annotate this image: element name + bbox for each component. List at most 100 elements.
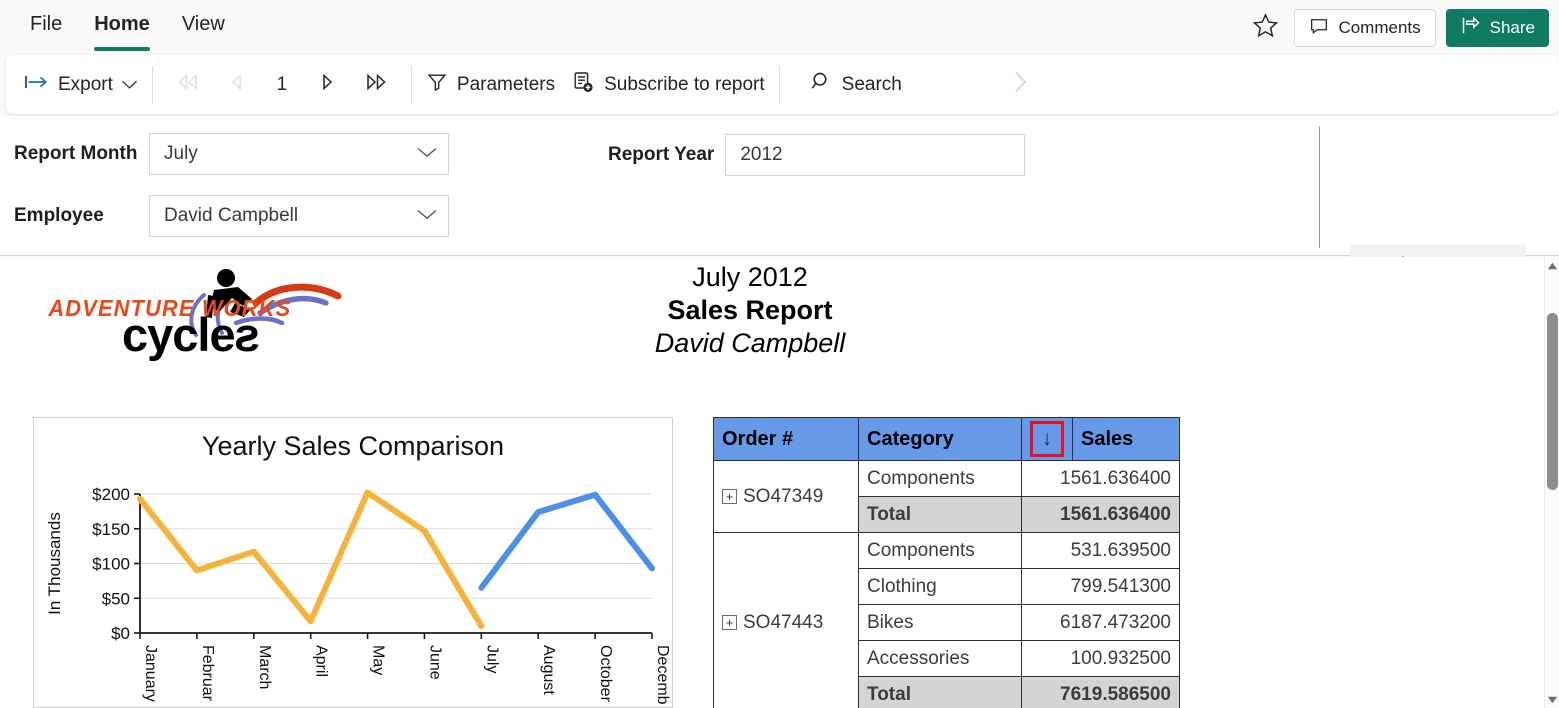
table-row: + SO47349 Components 1561.636400	[713, 460, 1180, 533]
last-page-button[interactable]	[355, 67, 397, 103]
pagination-controls: 1	[167, 67, 397, 103]
export-button[interactable]: Export	[24, 73, 138, 97]
toolbar-overflow-button[interactable]	[1012, 68, 1030, 101]
comment-icon	[1309, 16, 1329, 41]
report-employee-name: David Campbell	[654, 327, 846, 358]
chevron-right-icon	[1012, 71, 1030, 100]
logo-bottom-text: cycles	[122, 308, 260, 361]
scroll-up-button[interactable]	[1545, 257, 1559, 274]
total-value-cell: 1561.636400	[1021, 496, 1180, 533]
export-label: Export	[58, 73, 113, 95]
adventure-works-logo: ADVENTURE WORKS cycles	[38, 265, 358, 361]
first-page-button[interactable]	[167, 67, 209, 103]
sales-cell: 531.639500	[1021, 532, 1180, 569]
expand-group-icon[interactable]: +	[722, 614, 737, 630]
next-page-button[interactable]	[307, 67, 349, 103]
sort-toggle-cell[interactable]: ↓	[1021, 417, 1073, 461]
chevron-down-icon	[121, 74, 138, 96]
export-icon	[24, 73, 50, 97]
category-cell: Components	[858, 460, 1022, 497]
employee-value: David Campbell	[164, 205, 299, 226]
subscribe-label: Subscribe to report	[604, 73, 765, 95]
scroll-down-arrow-icon	[1547, 691, 1558, 708]
last-page-icon	[363, 73, 389, 96]
x-axis-tick-label: Februar	[199, 645, 216, 702]
report-month-value: July	[164, 143, 198, 164]
subscribe-button[interactable]: Subscribe to report	[571, 70, 765, 100]
report-year-label: Report Year	[608, 144, 715, 165]
favorite-button[interactable]	[1246, 9, 1284, 47]
total-label-cell: Total	[858, 676, 1022, 708]
employee-row: Employee David Campbell	[14, 195, 449, 237]
report-year-row: Report Year 2012	[608, 134, 1026, 176]
order-cell: + SO47443	[713, 532, 859, 708]
sales-cell: 799.541300	[1021, 568, 1180, 605]
sales-cell: 1561.636400	[1021, 460, 1180, 497]
toolbar-divider-3	[778, 65, 780, 104]
sales-detail-table: Order # Category ↓ Sales + SO47349 Compone…	[713, 417, 1180, 708]
first-page-icon	[175, 73, 201, 96]
yearly-sales-chart: Yearly Sales Comparison $0 $50 $100 $150 $20…	[33, 417, 673, 708]
employee-select[interactable]: David Campbell	[149, 195, 449, 237]
report-month-label: Report Month	[14, 143, 138, 164]
category-cell: Clothing	[858, 568, 1022, 605]
filter-icon	[426, 71, 448, 99]
tab-view[interactable]: View	[166, 0, 241, 57]
chart-series-line	[478, 491, 655, 591]
y-axis-tick-label: $150	[92, 520, 130, 539]
x-axis-tick-label: July	[483, 645, 500, 673]
scroll-up-arrow-icon	[1547, 257, 1558, 275]
report-viewer-app: File Home View Comments Share Export 1 P…	[0, 0, 1559, 708]
page-number[interactable]: 1	[263, 74, 301, 96]
column-header-sales[interactable]: Sales	[1072, 417, 1180, 461]
sales-cell: 100.932500	[1021, 640, 1180, 677]
table-header: Order # Category ↓ Sales	[713, 417, 1180, 461]
chevron-down-icon	[416, 143, 438, 165]
comments-button[interactable]: Comments	[1294, 9, 1436, 47]
tab-file[interactable]: File	[14, 0, 78, 57]
report-period: July 2012	[692, 262, 808, 292]
y-axis-title: In Thousands	[45, 512, 64, 615]
share-button[interactable]: Share	[1445, 9, 1549, 47]
toolbar-divider-2	[410, 65, 412, 104]
column-header-category[interactable]: Category	[858, 417, 1022, 461]
previous-page-button[interactable]	[215, 67, 257, 103]
parameters-button[interactable]: Parameters	[426, 71, 555, 99]
report-month-select[interactable]: July	[149, 133, 449, 175]
tab-home[interactable]: Home	[78, 0, 166, 57]
report-vertical-scrollbar[interactable]	[1544, 257, 1559, 708]
column-header-order[interactable]: Order #	[713, 417, 859, 461]
order-cell: + SO47349	[713, 460, 859, 533]
table-body: + SO47349 Components 1561.636400 Total 1561.6…	[713, 460, 1180, 708]
report-title: Sales Report	[667, 294, 833, 325]
ribbon-tab-bar: File Home View Comments Share	[0, 0, 1559, 57]
report-year-value: 2012	[740, 144, 783, 165]
x-axis-tick-label: August	[540, 645, 557, 695]
x-axis-tick-label: Decemb	[654, 645, 671, 705]
total-label-cell: Total	[858, 496, 1022, 533]
previous-page-icon	[226, 73, 246, 96]
share-icon	[1460, 15, 1481, 41]
sales-cell: 6187.473200	[1021, 604, 1180, 641]
expand-group-icon[interactable]: +	[722, 488, 737, 504]
scroll-down-button[interactable]	[1545, 691, 1559, 708]
table-header-row: Order # Category ↓ Sales	[713, 417, 1180, 461]
x-axis-tick-label: June	[426, 645, 443, 680]
category-cell: Bikes	[858, 604, 1022, 641]
x-axis-tick-label: January	[142, 645, 159, 702]
toolbar-divider-1	[151, 65, 153, 104]
x-axis-tick-label: May	[370, 645, 387, 675]
scrollbar-thumb[interactable]	[1547, 313, 1558, 490]
share-label: Share	[1489, 18, 1535, 37]
next-page-icon	[318, 73, 338, 96]
search-button[interactable]: Search	[810, 70, 902, 99]
star-icon	[1252, 12, 1279, 44]
command-toolbar: Export 1 Parameters Subscribe to report …	[6, 55, 1559, 114]
sort-descending-icon[interactable]: ↓	[1030, 421, 1064, 457]
report-canvas: ADVENTURE WORKS cycles July 2012 Sales R…	[0, 257, 1544, 708]
report-year-input[interactable]: 2012	[725, 134, 1026, 176]
y-axis-tick-label: $100	[92, 555, 130, 574]
table-row: + SO47443 Components 531.639500	[713, 532, 1180, 708]
report-heading: July 2012 Sales Report David Campbell	[560, 261, 940, 360]
search-icon	[810, 70, 833, 99]
